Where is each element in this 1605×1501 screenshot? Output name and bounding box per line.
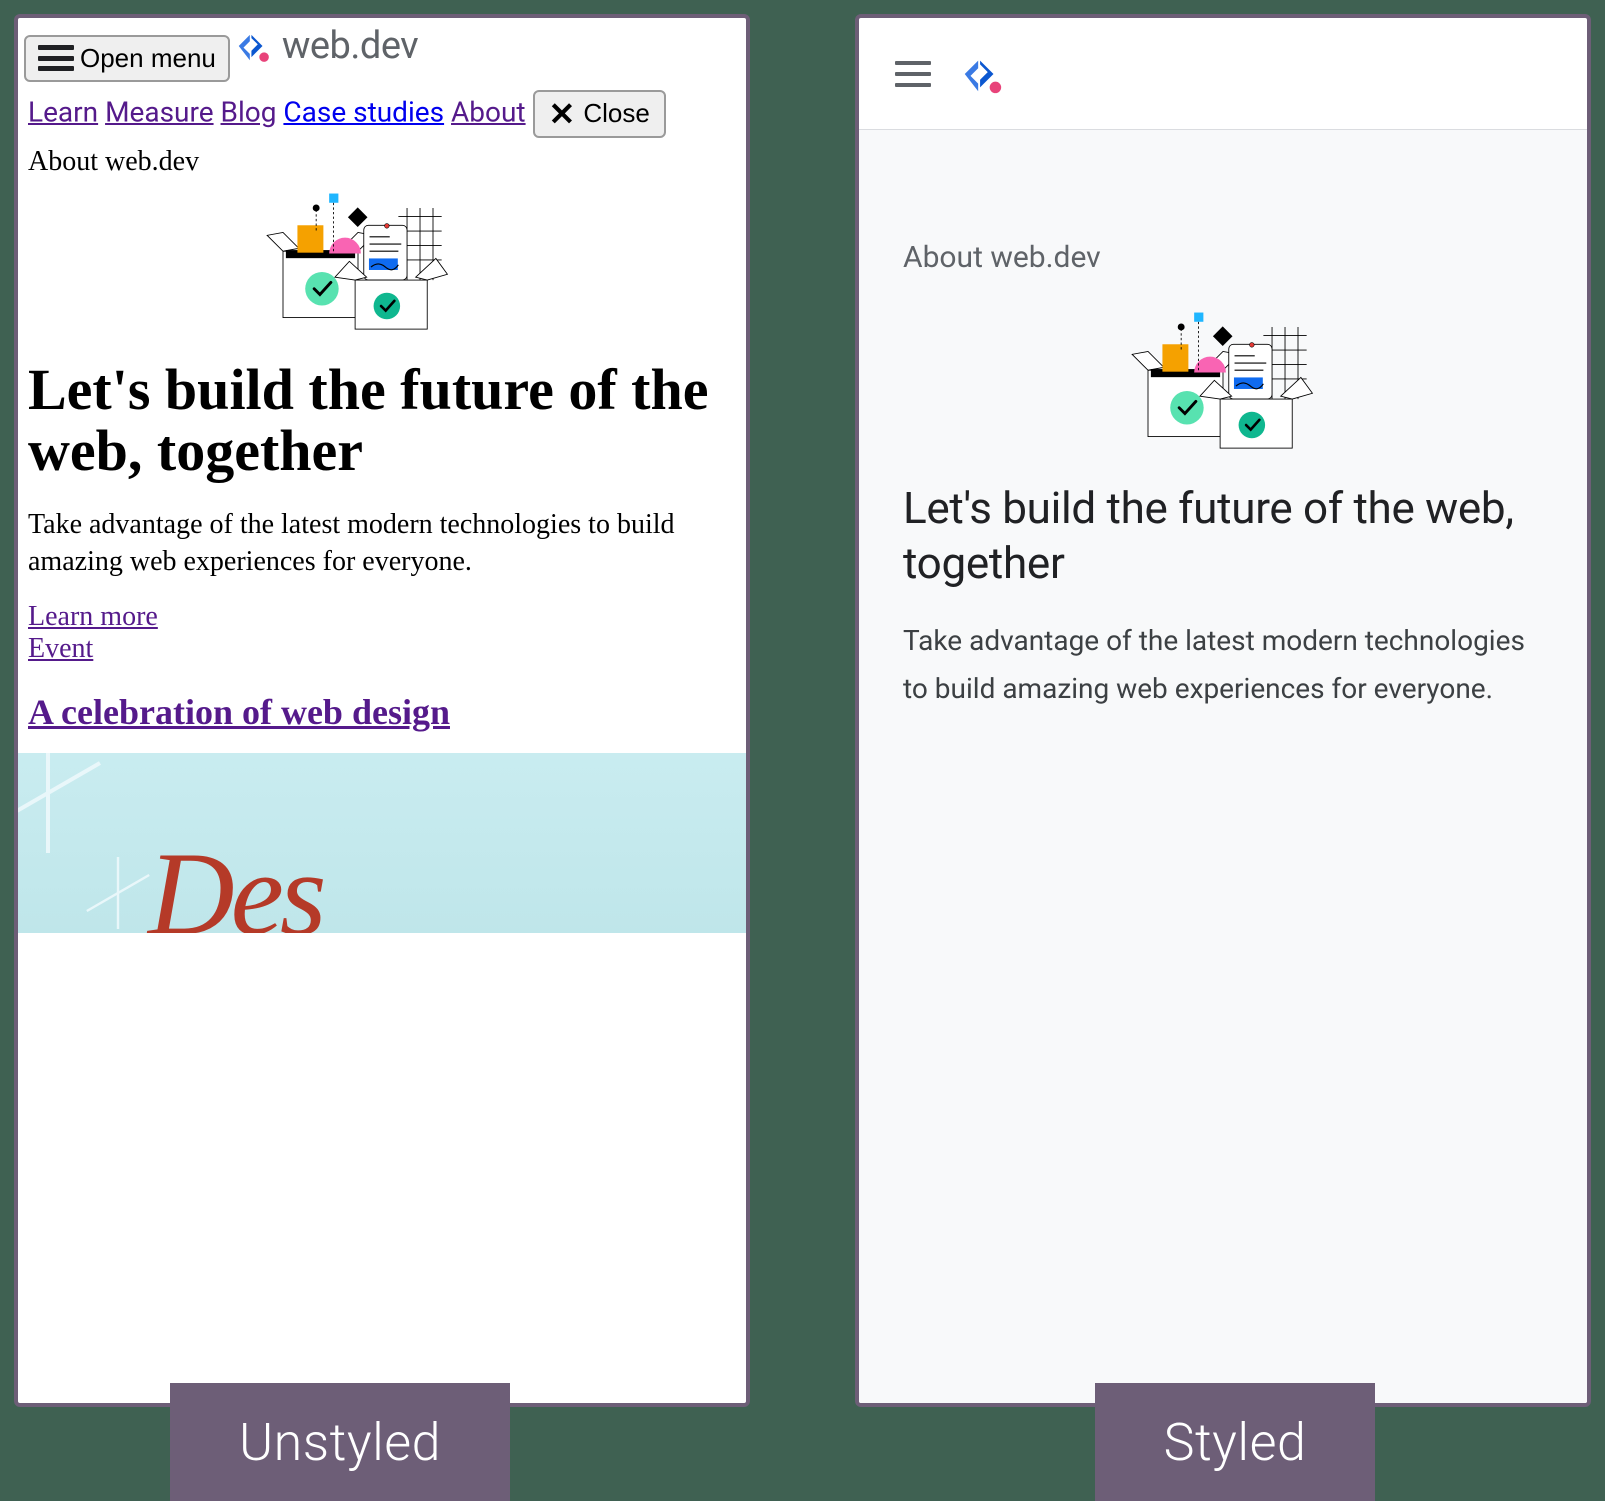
close-icon: ✕ — [549, 98, 576, 130]
open-menu-button[interactable]: Open menu — [24, 35, 230, 82]
learn-more-link[interactable]: Learn more — [28, 601, 158, 632]
brand-lockup: web.dev — [234, 24, 418, 68]
event-link[interactable]: Event — [28, 633, 93, 664]
nav-about[interactable]: About — [451, 95, 526, 128]
hamburger-icon — [38, 45, 74, 71]
decorative-script: Des — [148, 825, 323, 933]
unstyled-toolbar: Open menu web.dev — [18, 18, 746, 88]
open-menu-label: Open menu — [80, 43, 216, 74]
webdev-logo-icon — [234, 27, 272, 65]
nav-blog[interactable]: Blog — [221, 95, 277, 128]
styled-hero-image — [903, 301, 1543, 451]
nav-learn[interactable]: Learn — [28, 95, 98, 128]
celebration-link[interactable]: A celebration of web design — [28, 692, 450, 732]
label-unstyled: Unstyled — [170, 1383, 510, 1501]
webdev-logo-icon[interactable] — [959, 51, 1005, 97]
unstyled-paragraph: Take advantage of the latest modern tech… — [18, 500, 746, 602]
hero-illustration — [943, 301, 1503, 451]
close-label: Close — [583, 98, 649, 129]
label-styled: Styled — [1095, 1383, 1375, 1501]
styled-paragraph: Take advantage of the latest modern tech… — [903, 617, 1543, 712]
styled-header — [859, 18, 1587, 130]
unstyled-article-image: Des — [18, 753, 746, 933]
hamburger-icon[interactable] — [895, 61, 931, 87]
nav-measure[interactable]: Measure — [105, 95, 214, 128]
styled-body: About web.dev Let's build the future of … — [859, 130, 1587, 1403]
unstyled-heading: Let's build the future of the web, toget… — [18, 336, 746, 500]
nav-case-studies[interactable]: Case studies — [283, 95, 444, 128]
unstyled-eyebrow: About web.dev — [18, 146, 746, 182]
styled-viewport: About web.dev Let's build the future of … — [855, 14, 1591, 1407]
close-menu-button[interactable]: ✕ Close — [533, 90, 666, 138]
unstyled-link-list: Learn more Event — [18, 601, 746, 673]
styled-heading: Let's build the future of the web, toget… — [903, 481, 1543, 591]
hero-illustration — [28, 182, 688, 332]
unstyled-viewport: Open menu web.dev Learn Measure Blog Cas… — [14, 14, 750, 1407]
unstyled-hero-image — [18, 182, 746, 336]
unstyled-nav: Learn Measure Blog Case studies About ✕ … — [18, 88, 746, 146]
styled-eyebrow: About web.dev — [903, 240, 1543, 275]
brand-name: web.dev — [282, 24, 418, 68]
unstyled-subheading: A celebration of web design — [18, 673, 746, 745]
